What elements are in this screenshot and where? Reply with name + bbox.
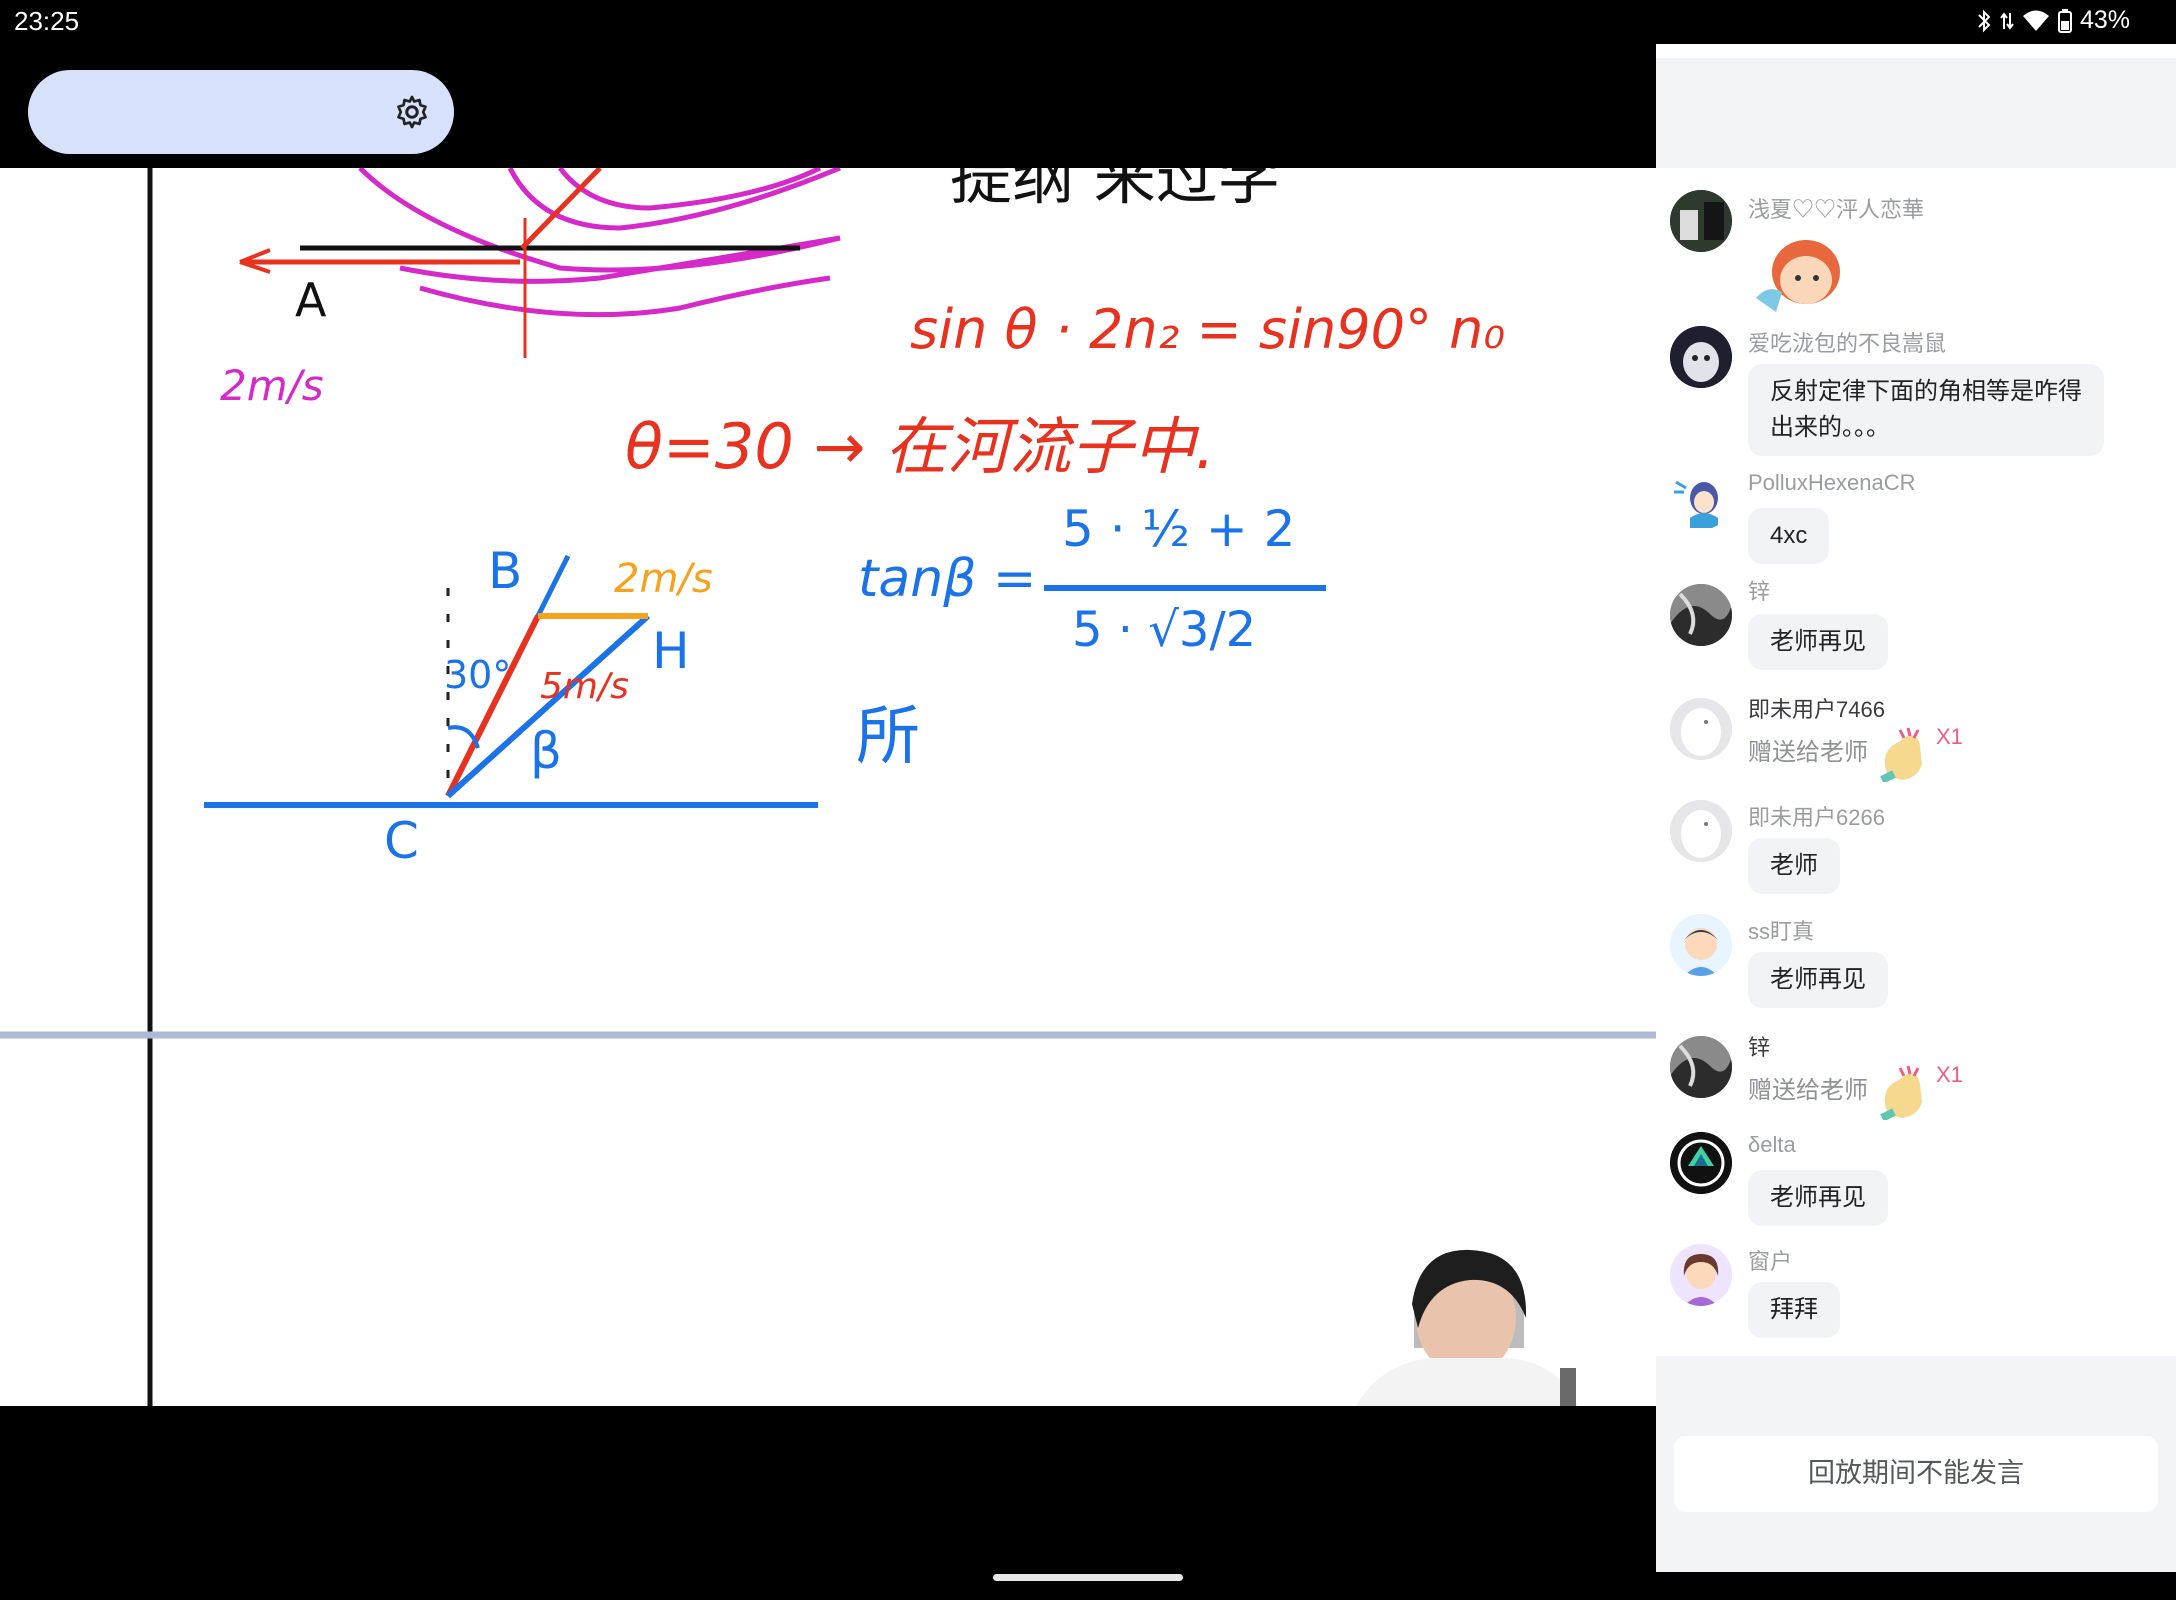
label-speed-orange: 2m/s [614,556,713,602]
gear-icon[interactable] [394,94,430,130]
avatar[interactable] [1670,800,1732,862]
username[interactable]: 锌 [1748,574,1770,606]
clap-gift-icon [1880,727,1922,782]
red-ray-top [520,168,602,250]
gesture-home-bar[interactable] [993,1574,1183,1581]
status-icons: 43% [1976,6,2130,35]
username[interactable]: ss盯真 [1748,914,1814,946]
label-a: A [295,273,327,327]
avatar[interactable] [1670,698,1732,760]
username[interactable]: 浅夏♡♡泙人恋華 [1748,192,1924,224]
username[interactable]: 窗户 [1748,1244,1792,1276]
label-c: C [384,812,419,870]
wifi-icon [2022,10,2049,31]
avatar[interactable] [1670,190,1732,252]
chat-text-line: 出来的。。。 [1770,414,1890,441]
scribble-text: 所 [856,700,920,774]
username[interactable]: 即未用户7466 [1748,692,1885,724]
avatar[interactable] [1670,468,1732,530]
label-angle: 30° [444,653,511,697]
red-line-c [445,614,541,798]
avatar[interactable] [1670,1036,1732,1098]
avatar[interactable] [1670,1244,1732,1306]
chat-bubble: 老师再见 [1748,952,1888,1008]
heading-text: 提纲 来过学 [950,168,1280,213]
chat-bubble: 老师再见 [1748,614,1888,670]
chat-list[interactable]: 浅夏♡♡泙人恋華 爱吃泷包的不良嵩鼠 反射定律下面的角相等是咋得 出来的。。。 [1656,168,2176,1356]
gift-text: 赠送给老师 [1748,739,1868,766]
username[interactable]: 锌 [1748,1030,1770,1062]
clap-gift-icon [1880,1065,1922,1120]
label-beta: β [530,722,562,780]
username[interactable]: δelta [1748,1132,1796,1158]
gift-count: X1 [1936,1062,1963,1087]
panel-top-strip [1656,44,2176,58]
avatar[interactable] [1670,326,1732,388]
video-player[interactable]: A 2m/s 提纲 来过学 sin θ · 2n₂ = sin90° n₀ θ=… [0,168,1656,1406]
chat-panel: 浅夏♡♡泙人恋華 爱吃泷包的不良嵩鼠 反射定律下面的角相等是咋得 出来的。。。 [1656,44,2176,1572]
status-time: 23:25 [14,6,80,36]
chat-bubble: 反射定律下面的角相等是咋得 出来的。。。 [1748,364,2104,456]
teacher-camera [1340,1249,1580,1406]
username[interactable]: 爱吃泷包的不良嵩鼠 [1748,326,1946,358]
tan-lhs: tanβ = [858,549,1037,609]
label-speed-pink: 2m/s [220,361,324,410]
tan-denominator: 5 · √3/2 [1072,602,1256,658]
chat-text-line: 反射定律下面的角相等是咋得 [1770,378,2082,405]
equation-1: sin θ · 2n₂ = sin90° n₀ [910,298,1505,361]
chat-input-disabled[interactable]: 回放期间不能发言 [1674,1436,2158,1512]
battery-icon [2057,8,2072,33]
settings-pill[interactable] [28,70,454,154]
label-h: H [652,622,690,680]
tan-numerator: 5 · ½ + 2 [1062,500,1295,558]
chat-bubble: 拜拜 [1748,1282,1840,1338]
equation-2: θ=30 → 在河流子中. [625,410,1215,483]
gift-count: X1 [1936,724,1963,749]
username[interactable]: 即未用户6266 [1748,800,1885,832]
data-arrows-icon [2000,11,2014,30]
status-bar: 23:25 43% [0,0,2176,44]
label-b: B [488,542,522,600]
avatar[interactable] [1670,1132,1732,1194]
chat-bubble: 4xc [1748,508,1830,564]
pink-curves [358,168,841,318]
gift-text: 赠送给老师 [1748,1077,1868,1104]
sticker-image [1748,228,1848,320]
username[interactable]: PolluxHexenaCR [1748,470,1916,496]
chat-bubble: 老师 [1748,838,1840,894]
avatar[interactable] [1670,584,1732,646]
whiteboard-canvas: A 2m/s 提纲 来过学 sin θ · 2n₂ = sin90° n₀ θ=… [0,168,1656,1406]
battery-percent: 43% [2079,6,2130,34]
avatar[interactable] [1670,914,1732,976]
bluetooth-icon [1978,9,1991,32]
label-speed-red: 5m/s [540,666,629,707]
chat-bubble: 老师再见 [1748,1170,1888,1226]
